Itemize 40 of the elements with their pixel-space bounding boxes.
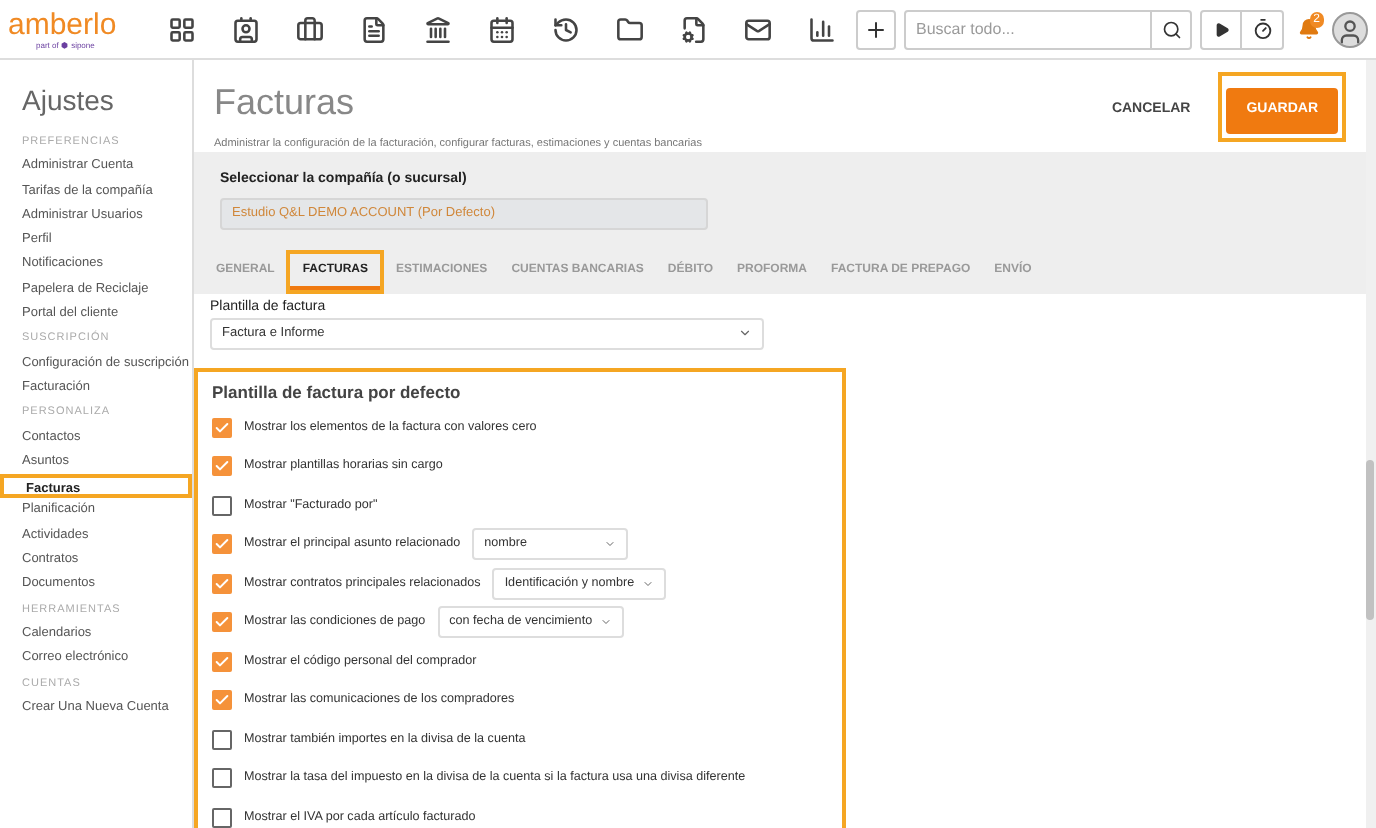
history-icon[interactable] xyxy=(552,15,580,43)
checkbox[interactable] xyxy=(212,768,232,788)
add-button[interactable] xyxy=(856,9,896,49)
checkbox[interactable] xyxy=(212,807,232,827)
checkbox[interactable] xyxy=(212,690,232,710)
bell-icon[interactable] xyxy=(1297,18,1319,40)
avatar[interactable] xyxy=(1332,11,1368,47)
search-button[interactable] xyxy=(1152,9,1192,49)
folder-icon[interactable] xyxy=(616,15,644,43)
bank-icon[interactable] xyxy=(424,15,452,43)
caret-icon xyxy=(738,326,752,341)
play-icon xyxy=(1213,21,1229,37)
checkbox[interactable] xyxy=(212,573,232,593)
search-field[interactable]: Buscar todo... xyxy=(904,9,1152,49)
checkbox[interactable] xyxy=(212,651,232,671)
stopwatch-icon xyxy=(1251,18,1273,40)
contact-card-icon[interactable] xyxy=(232,15,260,43)
page-title: Facturas xyxy=(214,80,357,124)
caret-icon xyxy=(642,577,655,589)
caret-icon xyxy=(604,538,617,550)
dashboard-icon[interactable] xyxy=(168,15,196,43)
chart-icon[interactable] xyxy=(808,15,836,43)
scrollbar-thumb[interactable] xyxy=(1366,460,1374,620)
checkbox[interactable] xyxy=(212,495,232,515)
briefcase-icon[interactable] xyxy=(296,15,324,43)
calendar-icon[interactable] xyxy=(488,15,516,43)
document-settings-icon[interactable] xyxy=(680,15,708,43)
sidebar-title: Ajustes xyxy=(20,82,116,120)
search-icon xyxy=(1161,19,1181,39)
plus-icon xyxy=(864,17,888,41)
checkbox[interactable] xyxy=(212,417,232,437)
section-title: Plantilla de factura por defecto xyxy=(212,379,463,406)
checkbox[interactable] xyxy=(212,729,232,749)
checkbox[interactable] xyxy=(212,612,232,632)
checkbox[interactable] xyxy=(212,456,232,476)
logo-text: amberlo xyxy=(8,9,119,39)
checkbox[interactable] xyxy=(212,534,232,554)
invoice-icon[interactable] xyxy=(360,15,388,43)
mail-icon[interactable] xyxy=(744,15,772,43)
caret-icon xyxy=(600,616,613,628)
